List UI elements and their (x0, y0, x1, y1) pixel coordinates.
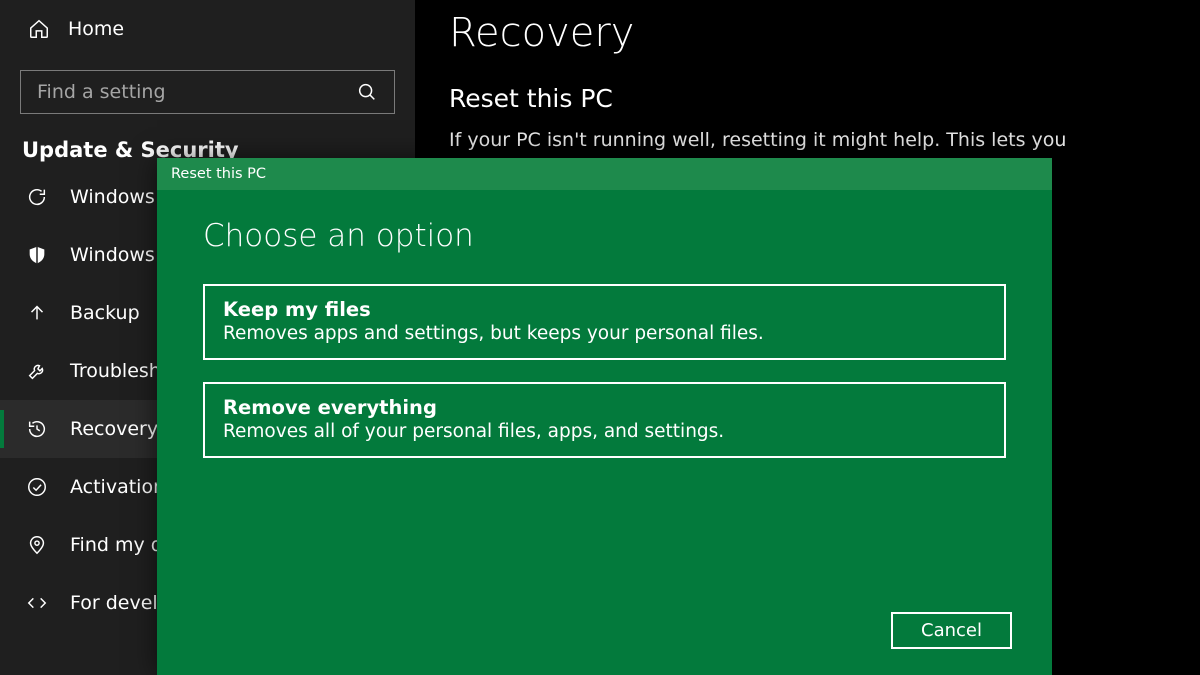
history-icon (26, 418, 48, 440)
home-icon (28, 18, 50, 40)
sidebar-item-label: Activation (70, 476, 165, 498)
dialog-titlebar: Reset this PC (157, 158, 1052, 190)
code-icon (26, 592, 48, 614)
upload-icon (26, 302, 48, 324)
option-keep-my-files[interactable]: Keep my files Removes apps and settings,… (203, 284, 1006, 360)
option-desc: Removes all of your personal files, apps… (223, 421, 986, 442)
search-field[interactable] (20, 70, 395, 114)
option-remove-everything[interactable]: Remove everything Removes all of your pe… (203, 382, 1006, 458)
dialog-body: Choose an option Keep my files Removes a… (157, 190, 1052, 458)
location-icon (26, 534, 48, 556)
search-input[interactable] (37, 81, 327, 103)
dialog-title: Reset this PC (171, 166, 266, 182)
sidebar-item-label: Backup (70, 302, 140, 324)
settings-window: Home Update & Security Windows Update Wi… (0, 0, 1200, 675)
option-title: Remove everything (223, 396, 986, 419)
page-title: Recovery (449, 10, 1200, 56)
wrench-icon (26, 360, 48, 382)
search-icon (356, 81, 378, 103)
section-heading: Reset this PC (449, 84, 1200, 113)
option-title: Keep my files (223, 298, 986, 321)
shield-icon (26, 244, 48, 266)
dialog-heading: Choose an option (203, 218, 1006, 254)
option-desc: Removes apps and settings, but keeps you… (223, 323, 986, 344)
sidebar-home[interactable]: Home (0, 0, 415, 58)
check-circle-icon (26, 476, 48, 498)
home-label: Home (68, 18, 124, 40)
sync-icon (26, 186, 48, 208)
dialog-footer: Cancel (891, 612, 1012, 649)
section-body: If your PC isn't running well, resetting… (449, 129, 1169, 151)
reset-pc-dialog: Reset this PC Choose an option Keep my f… (157, 158, 1052, 675)
cancel-button[interactable]: Cancel (891, 612, 1012, 649)
sidebar-item-label: Recovery (70, 418, 158, 440)
